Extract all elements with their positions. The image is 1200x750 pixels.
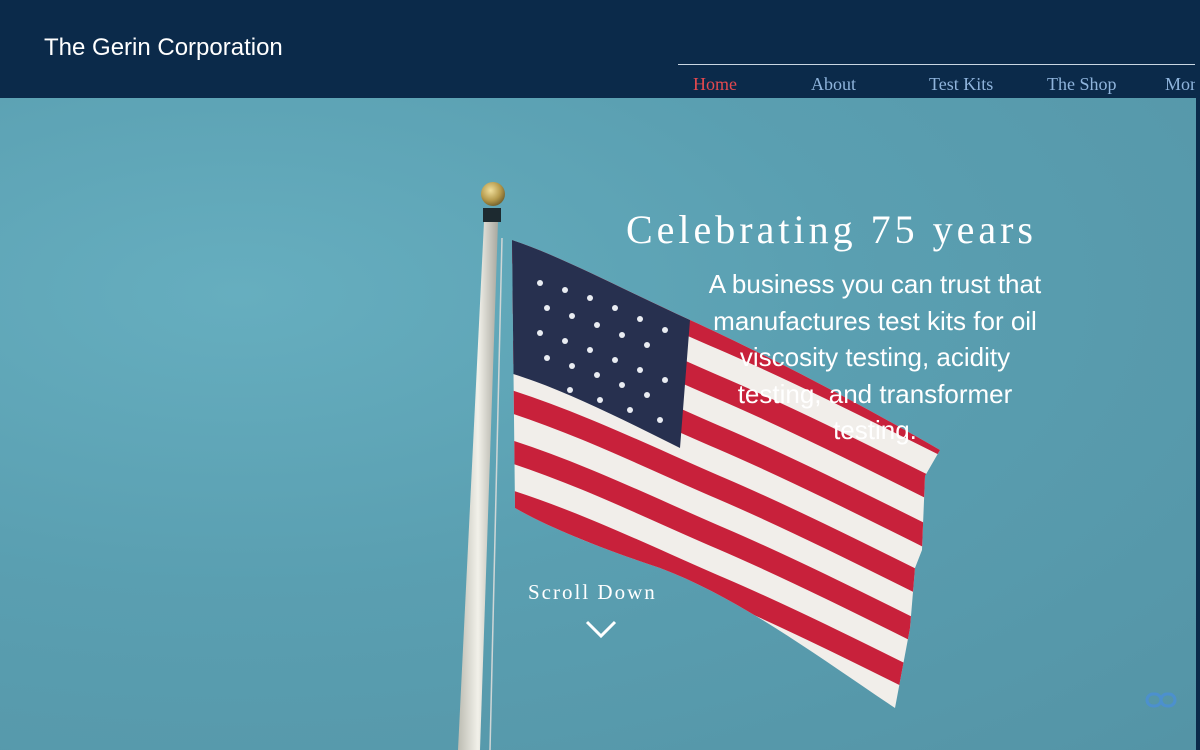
- nav-item-test-kits[interactable]: Test Kits: [929, 74, 993, 95]
- hero-headline: Celebrating 75 years: [626, 207, 1037, 252]
- hero-tagline: A business you can trust that manufactur…: [708, 269, 1042, 445]
- nav-item-the-shop[interactable]: The Shop: [1047, 74, 1117, 95]
- site-title[interactable]: The Gerin Corporation: [44, 34, 283, 62]
- main-nav: Home About Test Kits The Shop More: [678, 64, 1195, 99]
- chevron-down-icon[interactable]: [584, 618, 618, 640]
- nav-item-home[interactable]: Home: [693, 74, 737, 95]
- scroll-down-link[interactable]: Scroll Down: [528, 580, 657, 605]
- link-icon[interactable]: [1144, 686, 1178, 716]
- page-edge: [1196, 98, 1200, 750]
- hero-section: Celebrating 75 years A business you can …: [0, 98, 1196, 750]
- nav-item-more[interactable]: More: [1165, 74, 1195, 95]
- site-header: The Gerin Corporation Home About Test Ki…: [0, 0, 1200, 98]
- nav-item-about[interactable]: About: [811, 74, 856, 95]
